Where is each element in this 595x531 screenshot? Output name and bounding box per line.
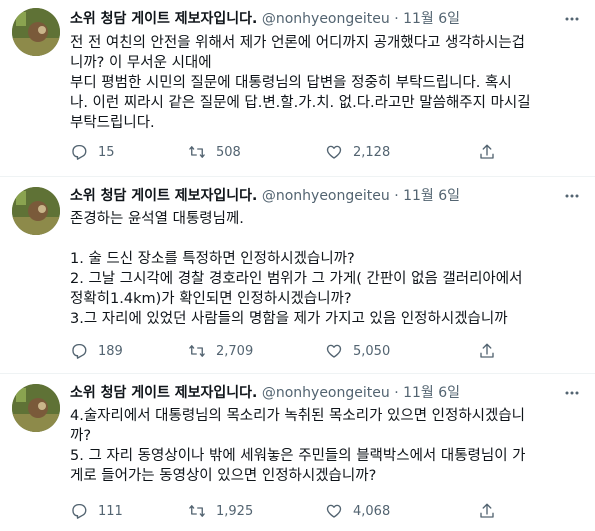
- more-icon[interactable]: [563, 10, 581, 28]
- tweet-line: 게로 들어가는 동영상이 있으면 인정하시겠습니까?: [70, 468, 377, 484]
- more-icon[interactable]: [563, 384, 581, 402]
- tweet-line: 나. 이런 찌라시 같은 질문에 답.변.할.가.치. 없.다.라고만 말씀해주…: [70, 95, 531, 111]
- share-icon: [480, 144, 494, 159]
- tweet-line: 전 전 여친의 안전을 위해서 제가 언론에 어디까지 공개했다고 생각하시는겁: [70, 35, 526, 51]
- like-count: 2,128: [353, 144, 391, 160]
- like-count: 4,068: [353, 503, 391, 519]
- tweet-line: 부디 평범한 시민의 질문에 대통령님의 답변을 정중히 부탁드립니다. 혹시: [70, 75, 512, 91]
- tweet[interactable]: 소위 청담 게이트 제보자입니다. @nonhyeongeiteu · 11월 …: [0, 374, 595, 531]
- tweet-line: 2. 그날 그시각에 경찰 경호라인 범위가 그 가게( 간판이 없음 갤러리아…: [70, 271, 523, 287]
- more-icon[interactable]: [563, 187, 581, 205]
- tweet-line: 니까? 이 무서운 시대에: [70, 55, 212, 71]
- reply-button[interactable]: 111: [70, 502, 123, 520]
- tweet-line: 부탁드립니다.: [70, 115, 155, 131]
- retweet-icon: [189, 146, 205, 158]
- avatar[interactable]: [12, 187, 60, 235]
- reply-count: 111: [98, 503, 123, 519]
- reply-count: 15: [98, 144, 115, 160]
- retweet-icon: [189, 345, 205, 357]
- author-name[interactable]: 소위 청담 게이트 제보자입니다.: [70, 385, 257, 401]
- share-icon: [480, 503, 494, 518]
- author-handle[interactable]: @nonhyeongeiteu: [262, 11, 390, 27]
- separator-dot: ·: [394, 385, 399, 401]
- reply-button[interactable]: 15: [70, 143, 115, 161]
- reply-button[interactable]: 189: [70, 342, 123, 360]
- tweet-actions: 189 2,709 5,050: [70, 342, 580, 362]
- share-icon: [480, 343, 494, 358]
- tweet-line: 까?: [70, 428, 92, 444]
- reply-icon: [72, 144, 87, 160]
- tweet-text: 4.술자리에서 대통령님의 목소리가 녹취된 목소리가 있으면 인정하시겠습니 …: [70, 406, 580, 486]
- like-icon: [326, 504, 342, 518]
- tweet-text: 전 전 여친의 안전을 위해서 제가 언론에 어디까지 공개했다고 생각하시는겁…: [70, 33, 580, 133]
- like-button[interactable]: 5,050: [325, 342, 390, 360]
- like-icon: [326, 145, 342, 159]
- retweet-count: 508: [216, 144, 241, 160]
- separator-dot: ·: [394, 11, 399, 27]
- retweet-button[interactable]: 508: [188, 143, 241, 161]
- avatar[interactable]: [12, 384, 60, 432]
- tweet-text: 존경하는 윤석열 대통령님께. 1. 술 드신 장소를 특정하면 인정하시겠습니…: [70, 209, 580, 329]
- reply-count: 189: [98, 343, 123, 359]
- tweet-line: 5. 그 자리 동영상이나 밖에 세워놓은 주민들의 블랙박스에서 대통령님이 …: [70, 448, 526, 464]
- avatar[interactable]: [12, 8, 60, 56]
- tweet-date[interactable]: 11월 6일: [403, 11, 460, 27]
- tweet-line: 3.그 자리에 있었던 사람들의 명함을 제가 가지고 있음 인정하시겠습니까: [70, 311, 508, 327]
- reply-icon: [72, 503, 87, 519]
- separator-dot: ·: [394, 188, 399, 204]
- tweet-actions: 15 508 2,128: [70, 143, 580, 163]
- tweet-line: 4.술자리에서 대통령님의 목소리가 녹취된 목소리가 있으면 인정하시겠습니: [70, 408, 526, 424]
- author-name[interactable]: 소위 청담 게이트 제보자입니다.: [70, 11, 257, 27]
- like-icon: [326, 344, 342, 358]
- retweet-count: 2,709: [216, 343, 254, 359]
- tweet[interactable]: 소위 청담 게이트 제보자입니다. @nonhyeongeiteu · 11월 …: [0, 0, 595, 176]
- share-button[interactable]: [478, 502, 496, 520]
- like-button[interactable]: 2,128: [325, 143, 390, 161]
- retweet-icon: [189, 505, 205, 517]
- tweet-line: 정확히1.4km)가 확인되면 인정하시겠습니까?: [70, 291, 352, 307]
- author-handle[interactable]: @nonhyeongeiteu: [262, 188, 390, 204]
- like-count: 5,050: [353, 343, 391, 359]
- tweet-date[interactable]: 11월 6일: [403, 385, 460, 401]
- tweet-line: [70, 229, 580, 249]
- author-handle[interactable]: @nonhyeongeiteu: [262, 385, 390, 401]
- retweet-button[interactable]: 1,925: [188, 502, 253, 520]
- tweet[interactable]: 소위 청담 게이트 제보자입니다. @nonhyeongeiteu · 11월 …: [0, 177, 595, 373]
- share-button[interactable]: [478, 143, 496, 161]
- retweet-button[interactable]: 2,709: [188, 342, 253, 360]
- tweet-line: 존경하는 윤석열 대통령님께.: [70, 211, 244, 227]
- tweet-actions: 111 1,925 4,068: [70, 502, 580, 522]
- tweet-date[interactable]: 11월 6일: [403, 188, 460, 204]
- tweet-line: 1. 술 드신 장소를 특정하면 인정하시겠습니까?: [70, 251, 355, 267]
- author-name[interactable]: 소위 청담 게이트 제보자입니다.: [70, 188, 257, 204]
- like-button[interactable]: 4,068: [325, 502, 390, 520]
- reply-icon: [72, 343, 87, 359]
- retweet-count: 1,925: [216, 503, 254, 519]
- share-button[interactable]: [478, 342, 496, 360]
